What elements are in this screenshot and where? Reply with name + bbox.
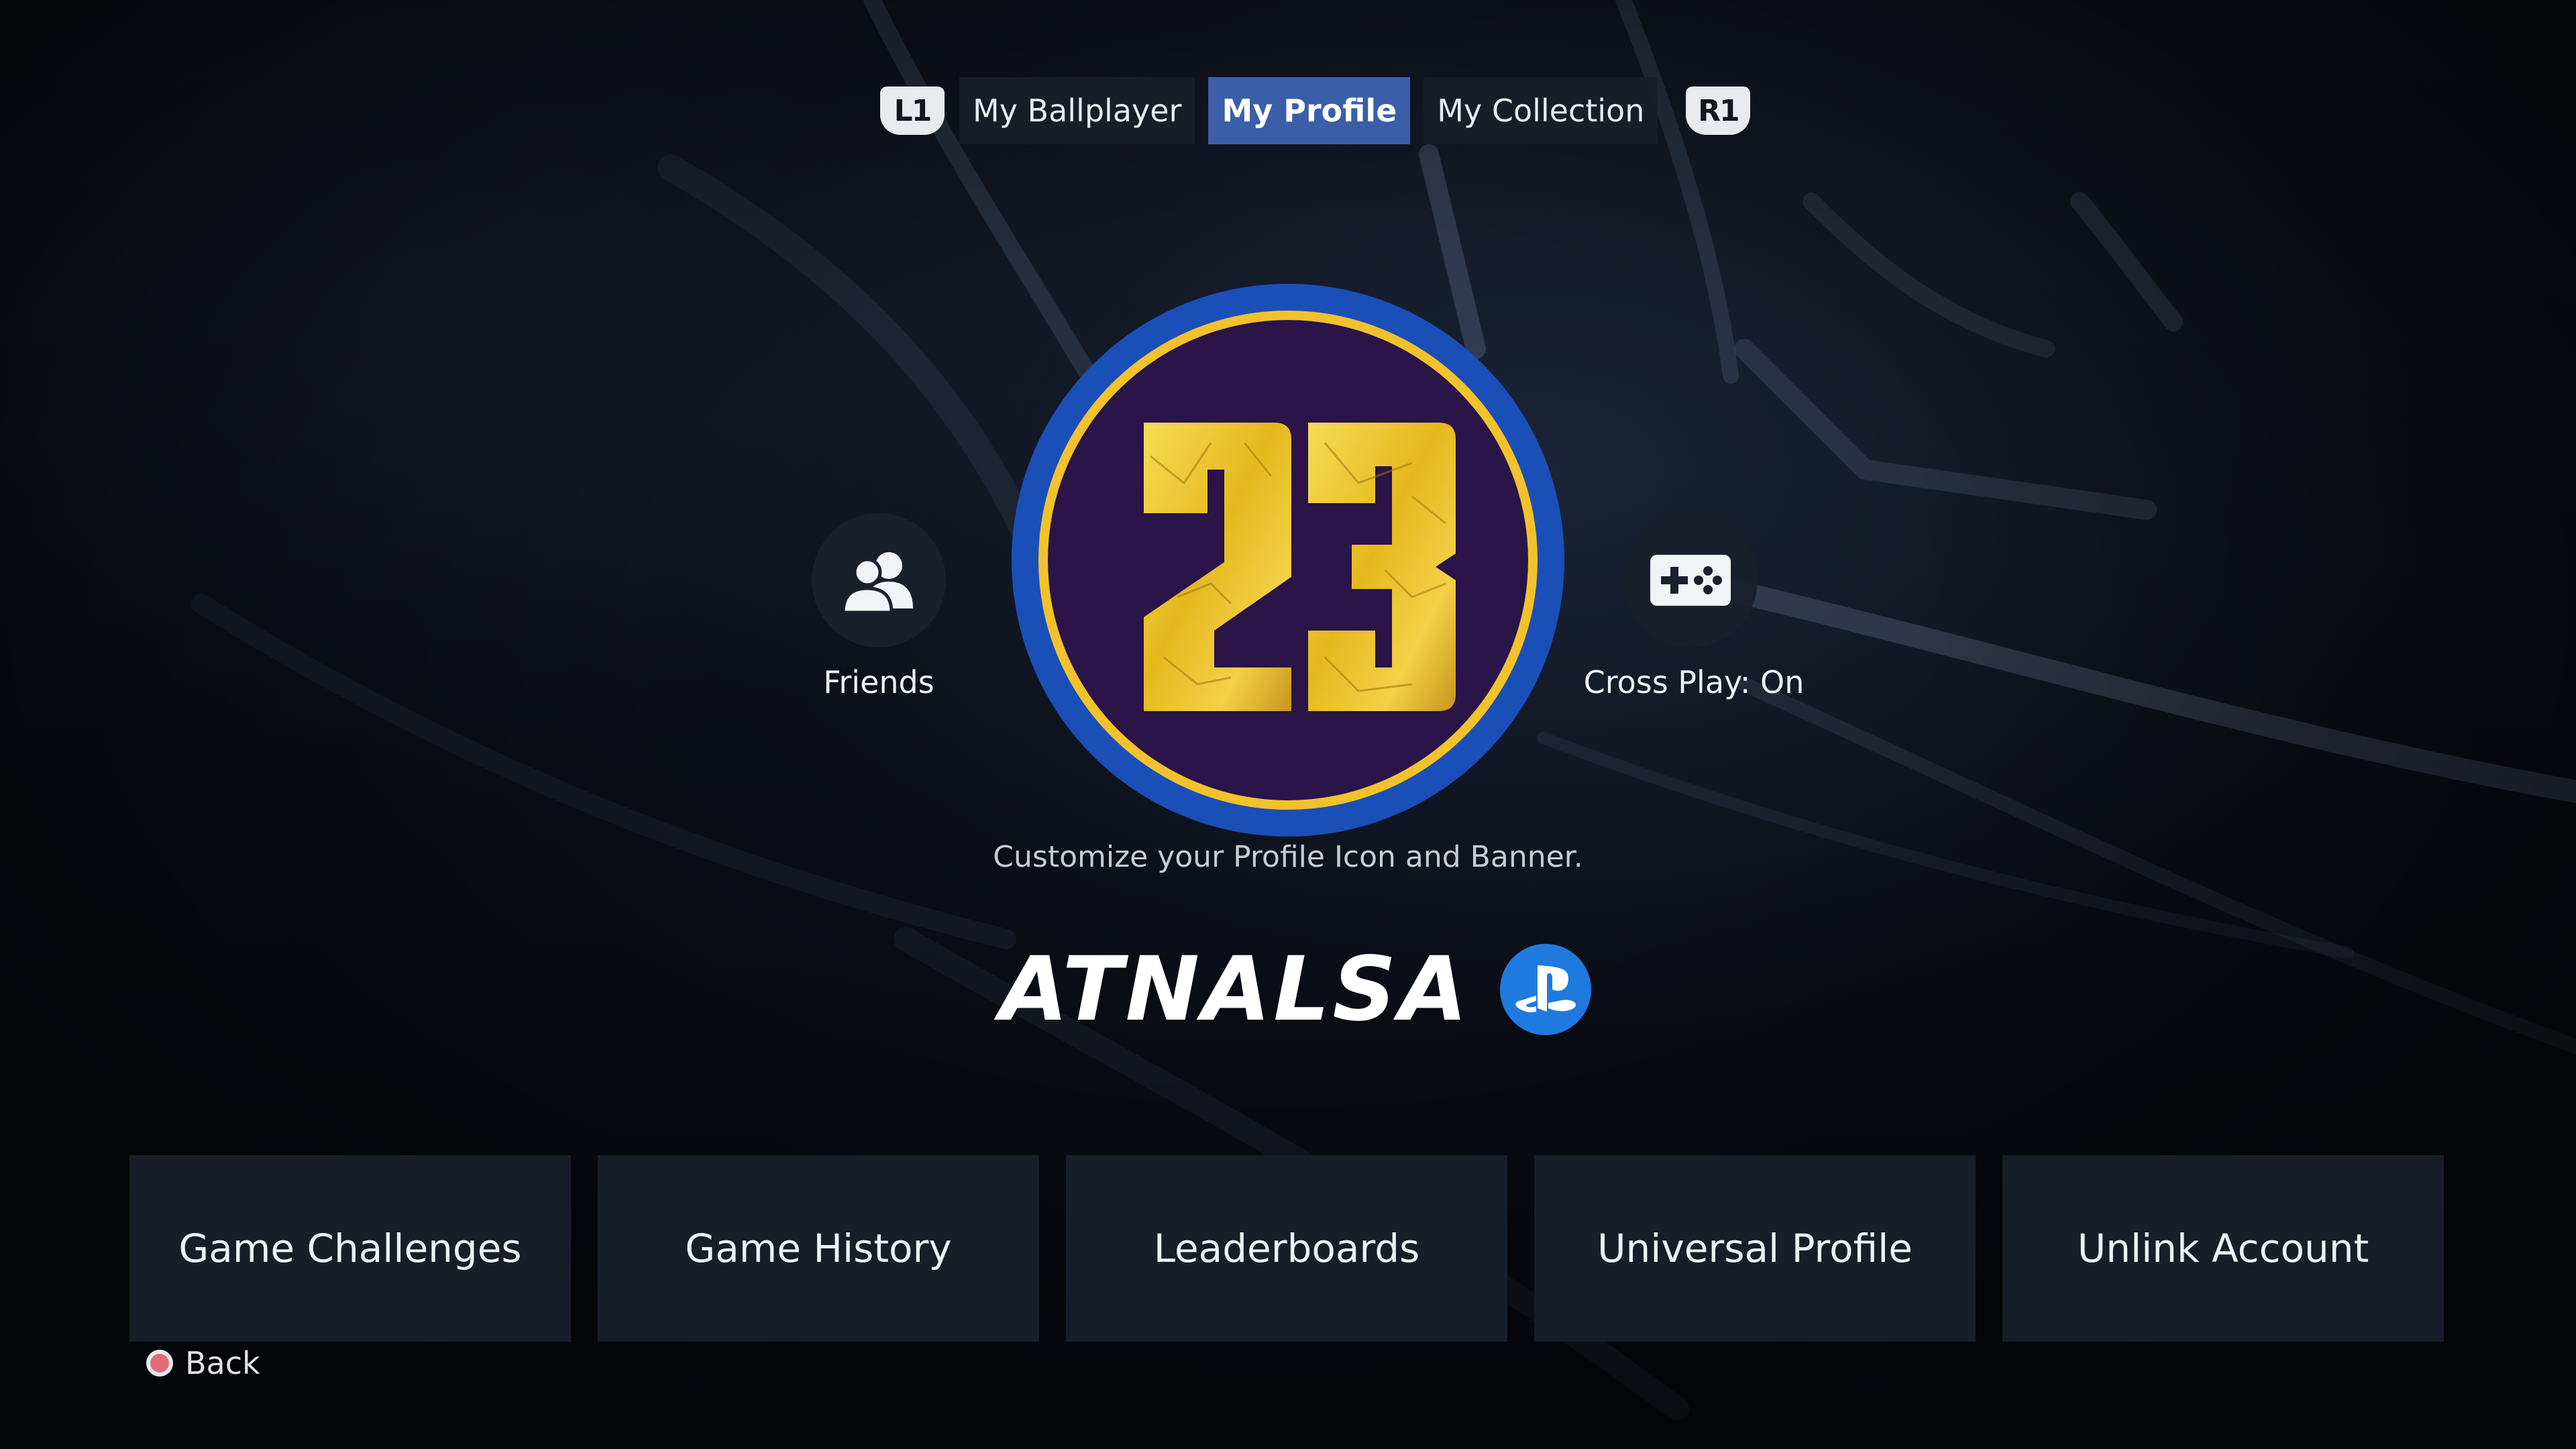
- customize-hint: Customize your Profile Icon and Banner.: [993, 840, 1583, 874]
- back-label: Back: [185, 1345, 260, 1381]
- circle-button-icon: [146, 1350, 173, 1377]
- l1-bumper-icon[interactable]: L1: [880, 87, 945, 135]
- cross-play-label: Cross Play: On: [1583, 664, 1805, 700]
- profile-screen: L1 My Ballplayer My Profile My Collectio…: [0, 0, 2576, 1449]
- universal-profile-button[interactable]: Universal Profile: [1534, 1155, 1976, 1342]
- top-tab-bar: L1 My Ballplayer My Profile My Collectio…: [880, 77, 1751, 144]
- username: ATNALSA: [1000, 938, 1470, 1041]
- leaderboards-button[interactable]: Leaderboards: [1066, 1155, 1507, 1342]
- friends-icon: [841, 552, 913, 614]
- r1-bumper-icon[interactable]: R1: [1686, 87, 1751, 135]
- tab-my-collection[interactable]: My Collection: [1424, 77, 1658, 144]
- profile-menu: Game Challenges Game History Leaderboard…: [129, 1155, 2444, 1342]
- tab-my-profile[interactable]: My Profile: [1208, 77, 1411, 144]
- friends-button[interactable]: [812, 513, 946, 647]
- username-row: ATNALSA: [1000, 932, 1591, 1046]
- profile-icon[interactable]: [1010, 282, 1566, 839]
- gamepad-icon: [1650, 555, 1731, 606]
- friends-label: Friends: [823, 664, 934, 700]
- game-history-button[interactable]: Game History: [598, 1155, 1039, 1342]
- cross-play-button[interactable]: [1623, 513, 1758, 647]
- game-challenges-button[interactable]: Game Challenges: [129, 1155, 571, 1342]
- playstation-logo-icon: [1499, 944, 1591, 1035]
- back-button[interactable]: Back: [146, 1345, 260, 1381]
- unlink-account-button[interactable]: Unlink Account: [2002, 1155, 2444, 1342]
- tab-my-ballplayer[interactable]: My Ballplayer: [959, 77, 1195, 144]
